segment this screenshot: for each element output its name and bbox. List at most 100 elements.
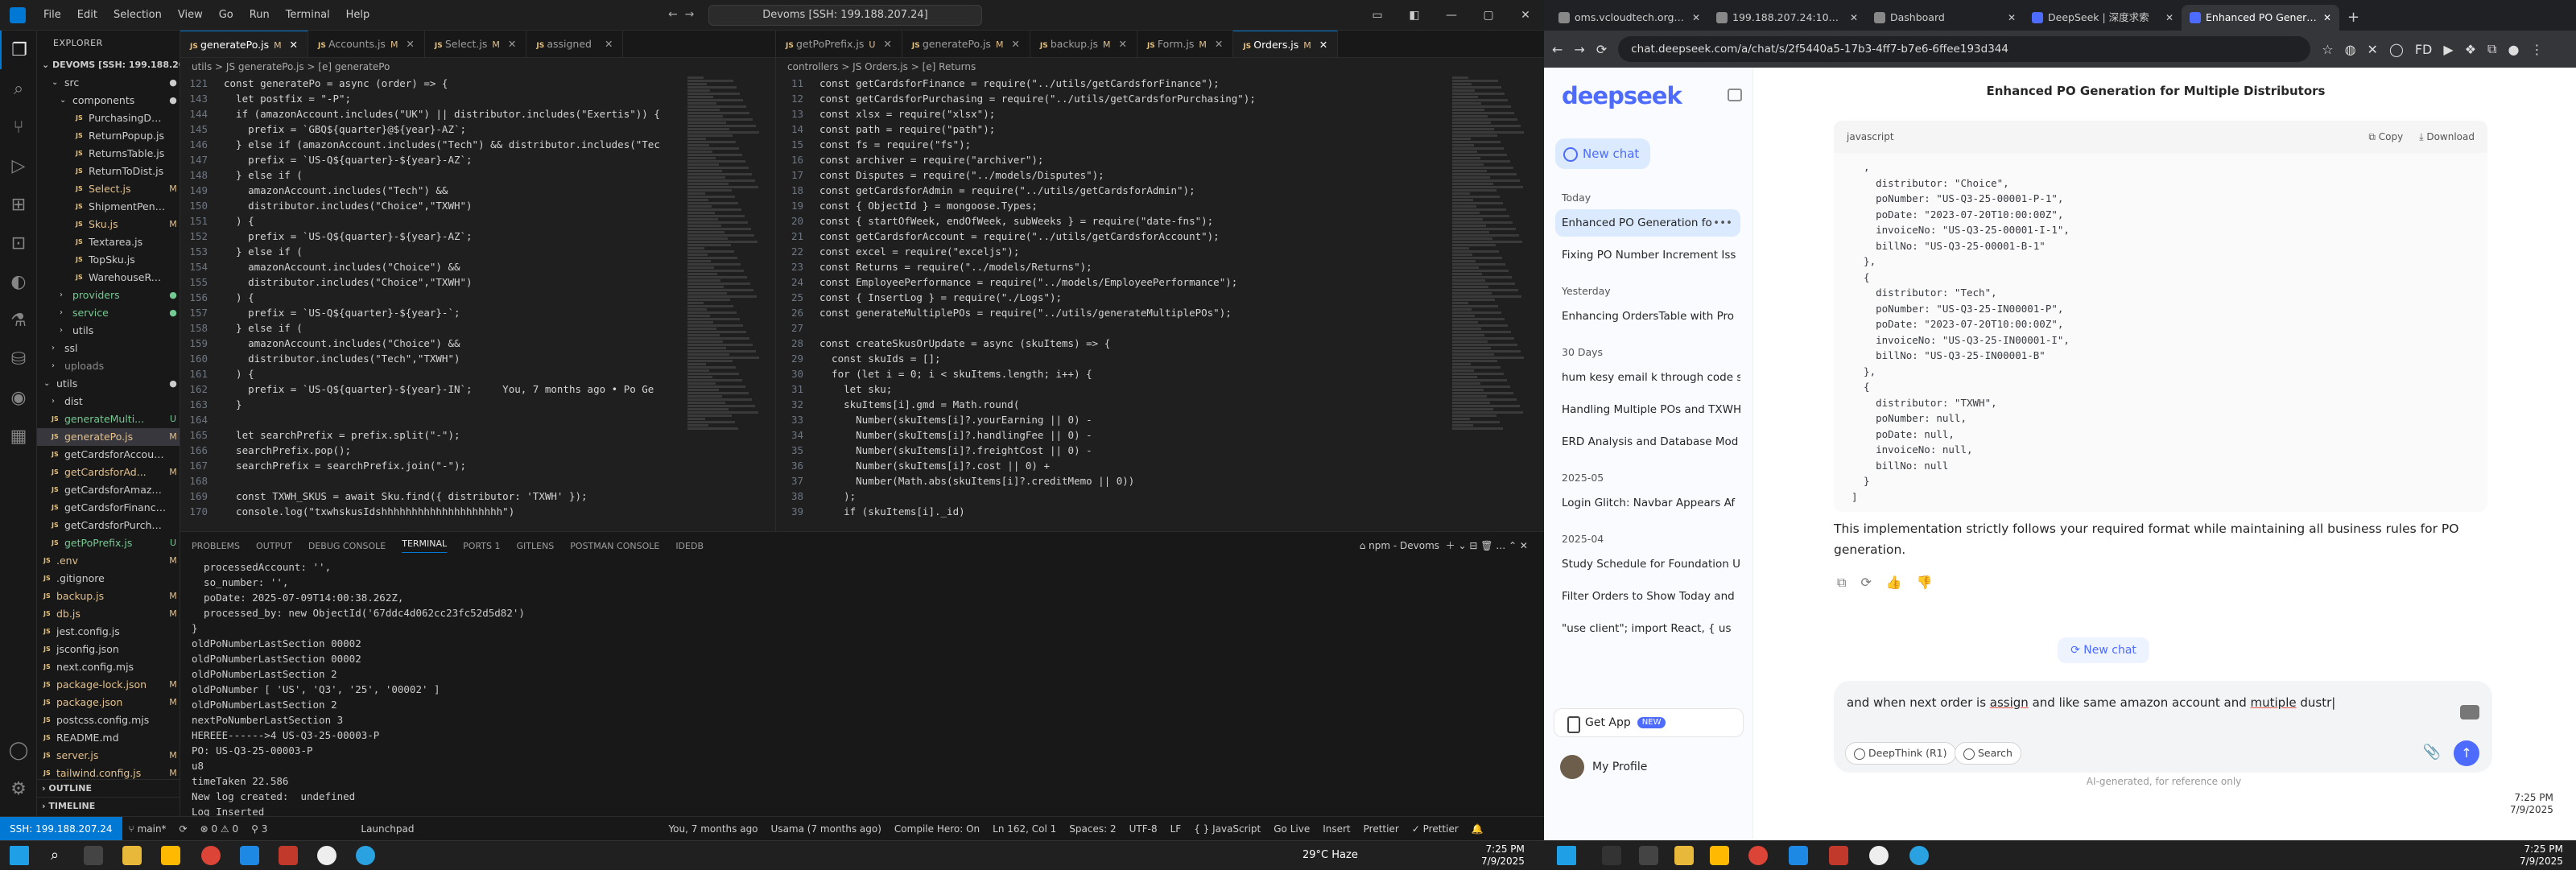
file-item[interactable]: JS jsconfig.json (37, 641, 180, 658)
system-clock[interactable]: 7:25 PM 7/9/2025 (2520, 843, 2563, 868)
menu-item-edit[interactable]: Edit (69, 0, 105, 31)
terminal-output[interactable]: processedAccount: '', so_number: '', poD… (180, 559, 1544, 835)
chrome-icon[interactable] (1748, 846, 1768, 865)
code-line[interactable]: 168 (180, 473, 775, 489)
search-icon[interactable]: ⌕ (0, 69, 37, 108)
copy-icon[interactable]: ⧉ (1837, 575, 1846, 591)
code-line[interactable]: 32 skuItems[i].gmd = Math.round( (776, 397, 1544, 412)
code-line[interactable]: 38 ); (776, 489, 1544, 504)
code-line[interactable]: 22 const excel = require("exceljs"); (776, 244, 1544, 259)
new-chat-button[interactable]: New chat (1555, 138, 1650, 169)
source-control-icon[interactable]: ⑂ (0, 108, 37, 146)
tab-close-icon[interactable]: ✕ (1316, 39, 1327, 51)
app-icon[interactable] (1909, 846, 1929, 865)
minimap[interactable] (1452, 76, 1533, 531)
file-item[interactable]: JS WarehouseReturn.js (37, 269, 180, 287)
folder-item[interactable]: › utils (37, 322, 180, 340)
tab-close-icon[interactable]: ✕ (1850, 5, 1858, 31)
send-button[interactable]: ↑ (2454, 740, 2479, 766)
collapse-sidebar-icon[interactable] (1728, 89, 1742, 101)
problems-count[interactable]: ⊗ 0 ⚠ 0 (194, 823, 246, 835)
code-line[interactable]: 34 Number(skuItems[i]?.handlingFee || 0)… (776, 427, 1544, 443)
back-icon[interactable]: ← (1552, 42, 1563, 57)
tab-close-icon[interactable]: ✕ (287, 39, 298, 51)
file-item[interactable]: JS TopSku.js (37, 251, 180, 269)
tab-close-icon[interactable]: ✕ (505, 38, 516, 50)
browser-tab[interactable]: 199.188.207.24:10000/... ✕ (1708, 5, 1866, 31)
profile-icon[interactable]: ● (2508, 42, 2519, 57)
extension-icon[interactable]: ▶ (2443, 42, 2453, 57)
code-line[interactable]: 145 prefix = `GBQ${quarter}@${year}-AZ`; (180, 122, 775, 137)
nav-arrows-icon[interactable]: ← → (668, 8, 694, 21)
code-line[interactable]: 158 } else if ( (180, 320, 775, 336)
insert-mode[interactable]: Insert (1316, 823, 1356, 835)
message-input-text[interactable]: and when next order is assign and like s… (1847, 695, 2335, 710)
file-item[interactable]: JS ReturnToDist.js (37, 163, 180, 180)
launchpad[interactable]: Launchpad (354, 823, 420, 835)
file-explorer-icon[interactable] (122, 846, 142, 865)
browser-tab[interactable]: DeepSeek | 深度求索 ✕ (2024, 5, 2182, 31)
docker-icon[interactable]: ▦ (0, 417, 37, 456)
ports-count[interactable]: ⚲ 3 (245, 823, 274, 835)
file-item[interactable]: JS .gitignore (37, 570, 180, 588)
file-item[interactable]: JS package.json M (37, 694, 180, 711)
code-line[interactable]: 18 const getCardsforAdmin = require("../u… (776, 183, 1544, 198)
code-line[interactable]: 39 if (skuItems[i]._id) (776, 504, 1544, 519)
prettier[interactable]: Prettier (1357, 823, 1406, 835)
outline-section[interactable]: › OUTLINE (37, 779, 180, 797)
code-line[interactable]: 159 amazonAccount.includes("Choice") && (180, 336, 775, 351)
code-line[interactable]: 29 const skuIds = []; (776, 351, 1544, 366)
extension-icon[interactable]: ◍ (2345, 42, 2356, 57)
code-line[interactable]: 161 ) { (180, 366, 775, 381)
code-line[interactable]: 154 amazonAccount.includes("Choice") && (180, 259, 775, 274)
panel-tab-gitlens[interactable]: GITLENS (517, 541, 555, 551)
command-center-search[interactable]: Devoms [SSH: 199.188.207.24] (708, 5, 982, 26)
forward-icon[interactable]: → (1574, 42, 1584, 57)
go-live[interactable]: Go Live (1267, 823, 1316, 835)
file-item[interactable]: JS Textarea.js (37, 233, 180, 251)
app-icon[interactable] (1829, 846, 1848, 865)
remote-indicator[interactable]: SSH: 199.188.207.24 (0, 816, 122, 840)
code-line[interactable]: 26 const generateMultiplePOs = require(".… (776, 305, 1544, 320)
code-line[interactable]: 21 const getCardsforAccount = require("..… (776, 229, 1544, 244)
maximize-icon[interactable]: ▢ (1470, 0, 1507, 31)
layout-icon[interactable]: ▭ (1359, 0, 1396, 31)
chat-history-item[interactable]: ERD Analysis and Database Mod (1555, 428, 1740, 456)
file-item[interactable]: JS package-lock.json M (37, 676, 180, 694)
editor-tab[interactable]: JS generatePo.js M ✕ (902, 31, 1030, 57)
copy-button[interactable]: ⧉ Copy (2368, 131, 2403, 143)
app-icon[interactable] (1869, 846, 1889, 865)
app-icon[interactable] (279, 846, 298, 865)
tab-close-icon[interactable]: ✕ (1116, 38, 1126, 50)
menu-item-go[interactable]: Go (211, 0, 242, 31)
browser-tab[interactable]: Dashboard ✕ (1866, 5, 2024, 31)
menu-item-selection[interactable]: Selection (105, 0, 170, 31)
code-line[interactable]: 30 for (let i = 0; i < skuItems.length; … (776, 366, 1544, 381)
search-icon[interactable]: ⌕ (45, 846, 64, 865)
system-clock[interactable]: 7:25 PM 7/9/2025 (1481, 843, 1525, 868)
chat-history-item[interactable]: Study Schedule for Foundation U (1555, 550, 1740, 578)
panel-tab-ports-1[interactable]: PORTS 1 (463, 541, 500, 551)
prettier-status[interactable]: ✓ Prettier (1406, 823, 1465, 835)
gitlens-icon[interactable]: ◐ (0, 262, 37, 301)
chat-history-item[interactable]: Fixing PO Number Increment Iss (1555, 241, 1740, 269)
file-item[interactable]: JS .env M (37, 552, 180, 570)
file-item[interactable]: JS getCardsforAd... M (37, 464, 180, 481)
file-item[interactable]: JS getPoPrefix.js U (37, 534, 180, 552)
postman-icon[interactable]: ◉ (0, 378, 37, 417)
code-line[interactable]: 169 const TXWH_SKUS = await Sku.find({ d… (180, 489, 775, 504)
code-line[interactable]: 12 const getCardsforPurchasing = require(… (776, 91, 1544, 106)
code-line[interactable]: 148 } else if ( (180, 167, 775, 183)
code-line[interactable]: 152 prefix = `US-Q${quarter}-${year}-AZ`… (180, 229, 775, 244)
indentation[interactable]: Spaces: 2 (1063, 823, 1122, 835)
compile-hero[interactable]: Compile Hero: On (888, 823, 986, 835)
editor-tab[interactable]: JS generatePo.js M ✕ (180, 31, 309, 57)
panel-tab-idedb[interactable]: IDEDB (675, 541, 704, 551)
explorer-root[interactable]: ⌄ DEVOMS [SSH: 199.188.20... (37, 56, 180, 74)
panel-tab-debug-console[interactable]: DEBUG CONSOLE (308, 541, 386, 551)
editor-tab[interactable]: JS Accounts.js M ✕ (308, 31, 425, 57)
thumbs-down-icon[interactable]: 👎 (1917, 575, 1933, 591)
code-line[interactable]: 155 distributor.includes("Choice","TXWH"… (180, 274, 775, 290)
code-line[interactable]: 149 amazonAccount.includes("Tech") && (180, 183, 775, 198)
thumbs-up-icon[interactable]: 👍 (1886, 575, 1902, 591)
